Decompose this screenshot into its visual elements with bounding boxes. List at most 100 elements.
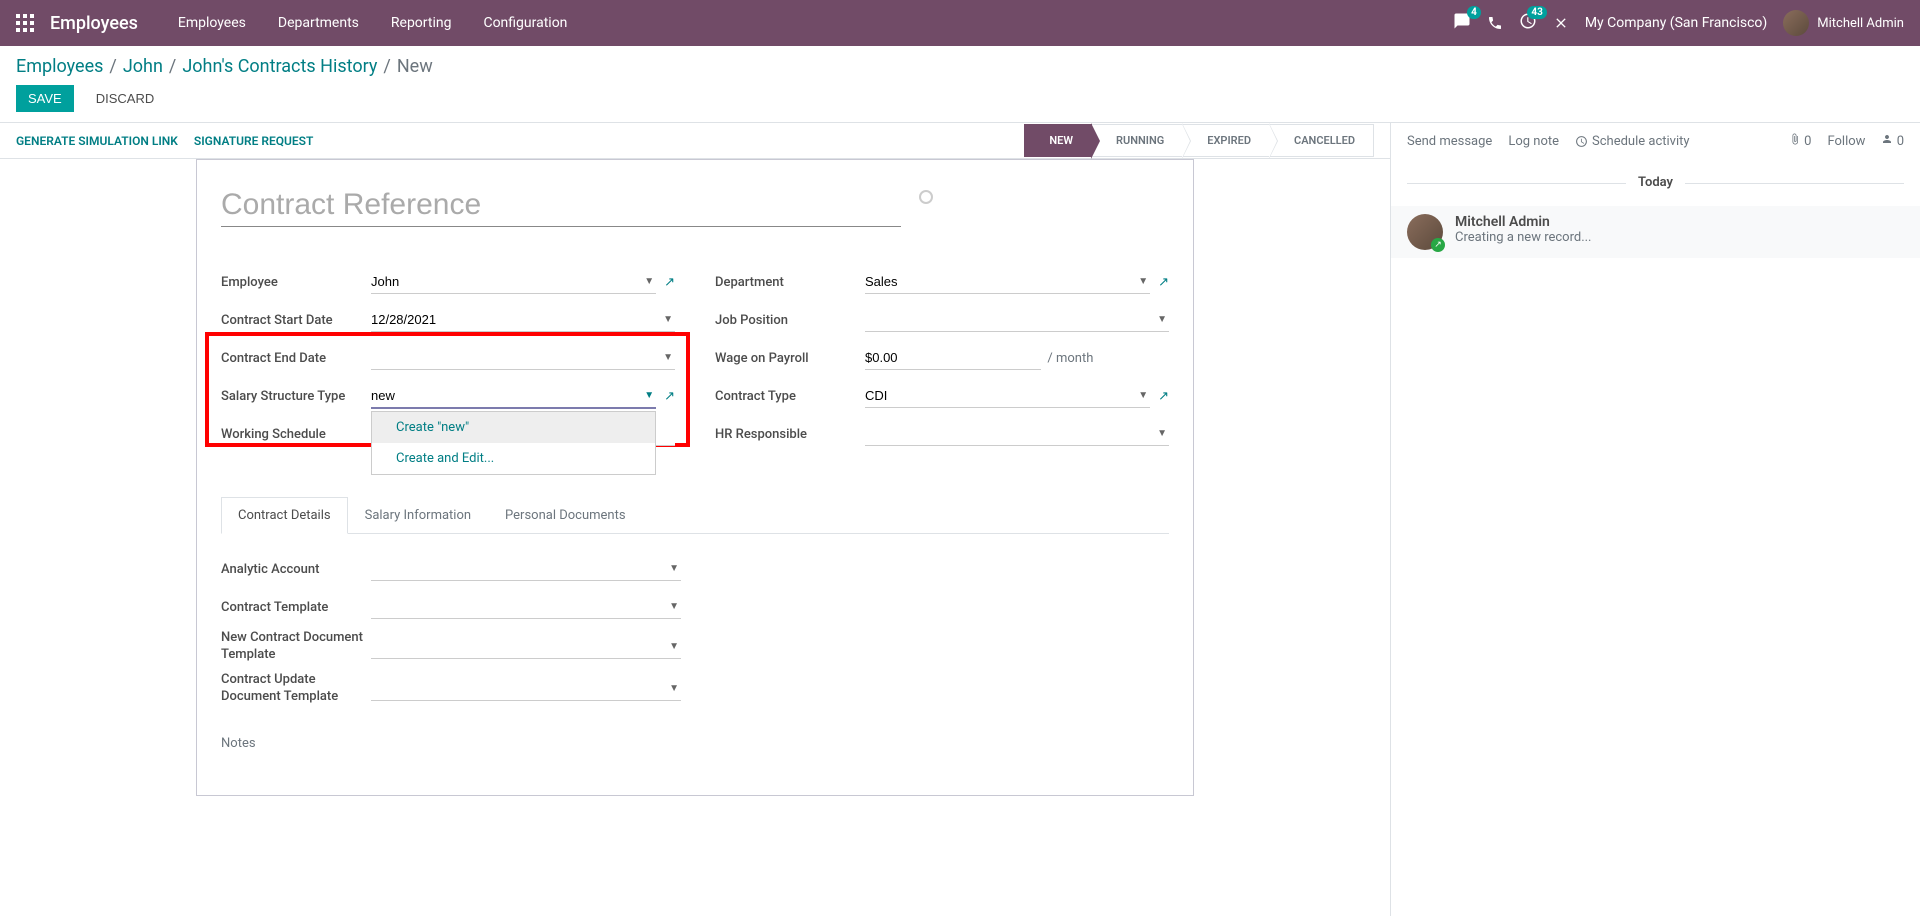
status-new[interactable]: NEW	[1024, 124, 1092, 157]
status-cancelled[interactable]: CANCELLED	[1270, 124, 1374, 157]
user-menu[interactable]: Mitchell Admin	[1783, 10, 1904, 36]
statusbar: GENERATE SIMULATION LINK SIGNATURE REQUE…	[0, 123, 1390, 159]
follow-button[interactable]: Follow	[1827, 134, 1865, 149]
form-grid: Employee ▼ ↗ Contract Start Date ▼	[221, 267, 1169, 457]
tab-personal-documents[interactable]: Personal Documents	[488, 497, 643, 534]
statusbar-left: GENERATE SIMULATION LINK SIGNATURE REQUE…	[16, 134, 313, 148]
attachments-count[interactable]: 0	[1789, 133, 1812, 149]
nav-menu-departments[interactable]: Departments	[262, 2, 375, 44]
tab-salary-information[interactable]: Salary Information	[348, 497, 488, 534]
chatter-right: 0 Follow 0	[1789, 133, 1904, 149]
breadcrumb: Employees/ John/ John's Contracts Histor…	[16, 56, 1904, 77]
signature-request-button[interactable]: SIGNATURE REQUEST	[194, 134, 313, 148]
tab-bar: Contract Details Salary Information Pers…	[221, 497, 1169, 534]
label-salary-structure: Salary Structure Type	[221, 389, 371, 404]
department-input[interactable]	[865, 270, 1150, 294]
external-link-icon[interactable]: ↗	[664, 275, 675, 290]
action-buttons: SAVE DISCARD	[16, 85, 1904, 112]
messages-badge: 4	[1467, 6, 1481, 19]
user-avatar	[1783, 10, 1809, 36]
status-expired[interactable]: EXPIRED	[1183, 124, 1270, 157]
analytic-account-input[interactable]	[371, 557, 681, 581]
message-avatar	[1407, 214, 1443, 250]
job-position-input[interactable]	[865, 308, 1169, 332]
contract-template-input[interactable]	[371, 595, 681, 619]
salary-structure-input[interactable]	[371, 384, 656, 409]
breadcrumb-contracts-history[interactable]: John's Contracts History	[182, 56, 377, 77]
activity-badge: 43	[1527, 6, 1546, 19]
company-selector[interactable]: My Company (San Francisco)	[1585, 15, 1767, 31]
breadcrumb-john[interactable]: John	[123, 56, 163, 77]
contract-end-input[interactable]	[371, 346, 675, 370]
log-note-button[interactable]: Log note	[1508, 134, 1559, 149]
label-contract-start: Contract Start Date	[221, 313, 371, 328]
apps-icon[interactable]	[16, 14, 34, 32]
nav-menu-configuration[interactable]: Configuration	[467, 2, 583, 44]
contract-start-input[interactable]	[371, 308, 675, 332]
label-hr-responsible: HR Responsible	[715, 427, 865, 442]
form-sheet: Employee ▼ ↗ Contract Start Date ▼	[196, 159, 1194, 796]
status-running[interactable]: RUNNING	[1092, 124, 1183, 157]
chatter: Send message Log note Schedule activity …	[1390, 123, 1920, 916]
label-notes: Notes	[221, 736, 681, 751]
label-working-schedule: Working Schedule	[221, 427, 371, 442]
nav-menu-reporting[interactable]: Reporting	[375, 2, 468, 44]
form-col-left: Employee ▼ ↗ Contract Start Date ▼	[221, 267, 675, 457]
person-icon	[1881, 133, 1893, 145]
statusbar-steps: NEW RUNNING EXPIRED CANCELLED	[1024, 124, 1374, 157]
contract-update-doc-input[interactable]	[371, 677, 681, 701]
nav-menu-employees[interactable]: Employees	[162, 2, 262, 44]
message-author: Mitchell Admin	[1455, 214, 1904, 230]
top-navigation: Employees Employees Departments Reportin…	[0, 0, 1920, 46]
discard-button[interactable]: DISCARD	[84, 85, 167, 112]
label-employee: Employee	[221, 275, 371, 290]
message-text: Creating a new record...	[1455, 230, 1904, 245]
hr-responsible-input[interactable]	[865, 422, 1169, 446]
followers-count[interactable]: 0	[1881, 133, 1904, 149]
label-job-position: Job Position	[715, 313, 865, 328]
wage-input[interactable]	[865, 346, 1041, 370]
external-link-icon[interactable]: ↗	[1158, 389, 1169, 404]
kanban-state-dot[interactable]	[919, 190, 933, 204]
label-contract-template: Contract Template	[221, 600, 371, 615]
form-area: GENERATE SIMULATION LINK SIGNATURE REQUE…	[0, 123, 1390, 916]
tab-container: Contract Details Salary Information Pers…	[221, 497, 1169, 771]
dropdown-create-edit[interactable]: Create and Edit...	[372, 443, 655, 474]
chatter-header: Send message Log note Schedule activity …	[1391, 123, 1920, 159]
clock-icon	[1575, 135, 1588, 148]
user-name: Mitchell Admin	[1817, 16, 1904, 31]
chatter-divider: Today	[1407, 175, 1904, 190]
dropdown-create-new[interactable]: Create "new"	[372, 412, 655, 443]
breadcrumb-employees[interactable]: Employees	[16, 56, 103, 77]
new-contract-doc-input[interactable]	[371, 635, 681, 659]
chatter-message: Mitchell Admin Creating a new record...	[1391, 206, 1920, 258]
employee-input[interactable]	[371, 270, 656, 294]
send-message-button[interactable]: Send message	[1407, 134, 1492, 149]
external-link-icon[interactable]: ↗	[664, 389, 675, 404]
form-col-right: Department ▼ ↗ Job Position ▼	[715, 267, 1169, 457]
tab-content: Analytic Account ▼ Contract Template ▼	[221, 534, 1169, 771]
breadcrumb-current: New	[397, 56, 433, 77]
messages-icon[interactable]: 4	[1453, 12, 1471, 34]
chatter-today-label: Today	[1626, 175, 1685, 190]
generate-simulation-link-button[interactable]: GENERATE SIMULATION LINK	[16, 134, 178, 148]
phone-icon[interactable]	[1487, 15, 1503, 31]
message-body: Mitchell Admin Creating a new record...	[1455, 214, 1904, 250]
activity-icon[interactable]: 43	[1519, 12, 1537, 34]
label-wage: Wage on Payroll	[715, 351, 865, 366]
salary-structure-dropdown: Create "new" Create and Edit...	[371, 411, 656, 475]
schedule-activity-button[interactable]: Schedule activity	[1575, 134, 1690, 149]
app-title[interactable]: Employees	[50, 13, 138, 34]
tab-contract-details[interactable]: Contract Details	[221, 497, 348, 534]
control-panel: Employees/ John/ John's Contracts Histor…	[0, 46, 1920, 123]
topnav-right: 4 43 My Company (San Francisco) Mitchell…	[1453, 10, 1904, 36]
label-contract-end: Contract End Date	[221, 351, 371, 366]
chatter-actions: Send message Log note Schedule activity	[1407, 134, 1690, 149]
label-new-contract-doc: New Contract Document Template	[221, 630, 371, 664]
label-analytic-account: Analytic Account	[221, 562, 371, 577]
external-link-icon[interactable]: ↗	[1158, 275, 1169, 290]
debug-icon[interactable]	[1553, 15, 1569, 31]
contract-type-input[interactable]	[865, 384, 1150, 408]
save-button[interactable]: SAVE	[16, 85, 74, 112]
contract-reference-input[interactable]	[221, 184, 901, 227]
